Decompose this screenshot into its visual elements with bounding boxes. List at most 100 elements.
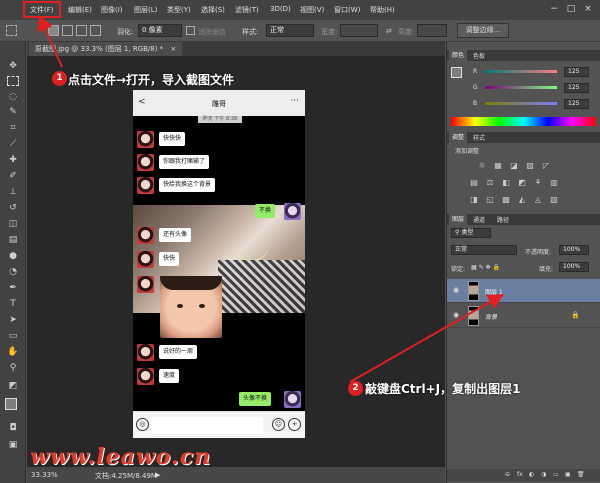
default-colors-icon[interactable]: ◩ (6, 380, 20, 392)
swap-icon[interactable]: ⇄ (386, 27, 392, 35)
hand-tool-icon[interactable]: ✋ (6, 346, 20, 358)
layer-name[interactable]: 图层 1 (485, 287, 503, 296)
menu-layer[interactable]: 图层(L) (134, 5, 157, 15)
brightness-icon[interactable]: ☼ (477, 161, 487, 170)
menu-file[interactable]: 文件(F) (30, 5, 54, 15)
channel-mixer-icon[interactable]: ⚘ (533, 178, 543, 187)
document-canvas[interactable]: < 雕哥 ··· 昨天 下午 8:38 快快快 你跟我打赌输了 快给我换这个背景… (133, 90, 305, 438)
marquee-tool-icon[interactable] (6, 25, 17, 36)
add-selection-icon[interactable] (62, 25, 73, 36)
tab-layers[interactable]: 图层 (449, 214, 468, 225)
menu-view[interactable]: 视图(V) (300, 5, 324, 15)
green-slider[interactable] (485, 86, 557, 89)
healing-brush-icon[interactable]: ✚ (6, 154, 20, 166)
close-tab-icon[interactable]: × (170, 45, 176, 53)
exposure-icon[interactable]: ▨ (525, 161, 535, 170)
new-group-icon[interactable]: ▭ (553, 471, 559, 478)
threshold-icon[interactable]: ▩ (501, 195, 511, 204)
marquee-tool-icon[interactable] (7, 76, 19, 86)
lasso-tool-icon[interactable]: ◌ (6, 91, 20, 103)
red-value[interactable]: 125 (564, 67, 589, 77)
vibrance-icon[interactable]: ◸ (541, 161, 551, 170)
eye-icon[interactable]: ◉ (453, 312, 461, 319)
tab-color[interactable]: 颜色 (449, 50, 468, 61)
trash-icon[interactable]: 🗑 (577, 471, 585, 478)
foreground-color-swatch[interactable] (5, 398, 17, 410)
minimize-button[interactable]: − (547, 3, 561, 15)
menu-3d[interactable]: 3D(D) (270, 5, 291, 13)
curves-icon[interactable]: ◪ (509, 161, 519, 170)
screen-mode-icon[interactable]: ▣ (6, 439, 20, 451)
blend-mode-select[interactable]: 正常 (451, 245, 517, 255)
fx-icon[interactable]: fx (517, 471, 523, 478)
photo-filter-icon[interactable]: ◩ (517, 178, 527, 187)
intersect-selection-icon[interactable] (90, 25, 101, 36)
antialias-checkbox[interactable] (186, 26, 195, 35)
tab-swatches[interactable]: 色板 (473, 51, 485, 60)
zoom-level[interactable]: 33.33% (31, 471, 58, 479)
menu-type[interactable]: 类型(Y) (167, 5, 191, 15)
blue-value[interactable]: 125 (564, 99, 589, 109)
layer-row[interactable]: ◉ 图层 1 (447, 279, 600, 303)
link-layers-icon[interactable]: ⊖ (505, 471, 510, 478)
hue-saturation-icon[interactable]: ▤ (469, 178, 479, 187)
new-selection-icon[interactable] (48, 25, 59, 36)
pattern-icon[interactable]: ▧ (549, 195, 559, 204)
fill-input[interactable]: 100% (559, 262, 589, 272)
menu-image[interactable]: 图像(I) (101, 5, 123, 15)
style-select[interactable]: 正常 (266, 24, 314, 37)
status-menu-icon[interactable]: ▶ (155, 471, 160, 479)
eye-icon[interactable]: ◉ (453, 287, 461, 294)
height-input[interactable] (417, 24, 447, 37)
maximize-button[interactable]: □ (564, 3, 578, 15)
layer-name[interactable]: 背景 (485, 312, 497, 321)
fg-color-swatch[interactable] (451, 67, 462, 78)
menu-select[interactable]: 选择(S) (201, 5, 225, 15)
posterize-icon[interactable]: ◱ (485, 195, 495, 204)
subtract-selection-icon[interactable] (76, 25, 87, 36)
pen-tool-icon[interactable]: ✒ (6, 282, 20, 294)
menu-filter[interactable]: 滤镜(T) (235, 5, 259, 15)
close-window-button[interactable]: × (581, 3, 595, 15)
quick-mask-icon[interactable]: ◘ (6, 422, 20, 434)
crop-tool-icon[interactable]: ⌗ (6, 122, 20, 134)
clone-stamp-icon[interactable]: ⊥ (6, 186, 20, 198)
move-tool-icon[interactable]: ✥ (6, 60, 20, 72)
history-brush-icon[interactable]: ↺ (6, 202, 20, 214)
tab-paths[interactable]: 路径 (497, 215, 509, 224)
path-select-icon[interactable]: ➤ (6, 314, 20, 326)
quick-select-icon[interactable]: ✎ (6, 106, 20, 118)
add-mask-icon[interactable]: ◐ (529, 471, 534, 478)
levels-icon[interactable]: ▦ (493, 161, 503, 170)
gradient-tool-icon[interactable]: ▤ (6, 234, 20, 246)
dodge-tool-icon[interactable]: ◔ (6, 266, 20, 278)
refine-edge-button[interactable]: 调整边缘... (457, 23, 509, 38)
type-tool-icon[interactable]: T (6, 298, 20, 310)
feather-input[interactable]: 0 像素 (138, 24, 182, 37)
eraser-tool-icon[interactable]: ◫ (6, 218, 20, 230)
new-layer-icon[interactable]: ▣ (565, 471, 571, 478)
lock-icons[interactable]: ▦ ✎ ✥ 🔒 (471, 264, 500, 271)
color-lookup-icon[interactable]: ▥ (549, 178, 559, 187)
brush-tool-icon[interactable]: ✐ (6, 170, 20, 182)
green-value[interactable]: 125 (564, 83, 589, 93)
shape-tool-icon[interactable]: ▭ (6, 330, 20, 342)
color-balance-icon[interactable]: ⚖ (485, 178, 495, 187)
blur-tool-icon[interactable]: ● (6, 250, 20, 262)
menu-help[interactable]: 帮助(H) (370, 5, 395, 15)
document-tab[interactable]: 原截图.jpg @ 33.3% (图层 1, RGB/8) * × (29, 42, 183, 56)
tab-channels[interactable]: 通道 (473, 215, 485, 224)
width-input[interactable] (340, 24, 378, 37)
layer-filter-select[interactable]: ⚲ 类型 (451, 228, 491, 238)
opacity-input[interactable]: 100% (559, 245, 589, 255)
zoom-tool-icon[interactable]: ⚲ (6, 362, 20, 374)
layer-row[interactable]: ◉ 背景 🔒 (447, 304, 600, 328)
black-white-icon[interactable]: ◧ (501, 178, 511, 187)
color-spectrum[interactable] (451, 117, 596, 126)
adjustment-layer-icon[interactable]: ◑ (541, 471, 546, 478)
invert-icon[interactable]: ◨ (469, 195, 479, 204)
menu-window[interactable]: 窗口(W) (334, 5, 360, 15)
red-slider[interactable] (485, 70, 557, 73)
eyedropper-icon[interactable]: ⟋ (6, 138, 20, 150)
tab-adjustments[interactable]: 调整 (449, 132, 468, 143)
